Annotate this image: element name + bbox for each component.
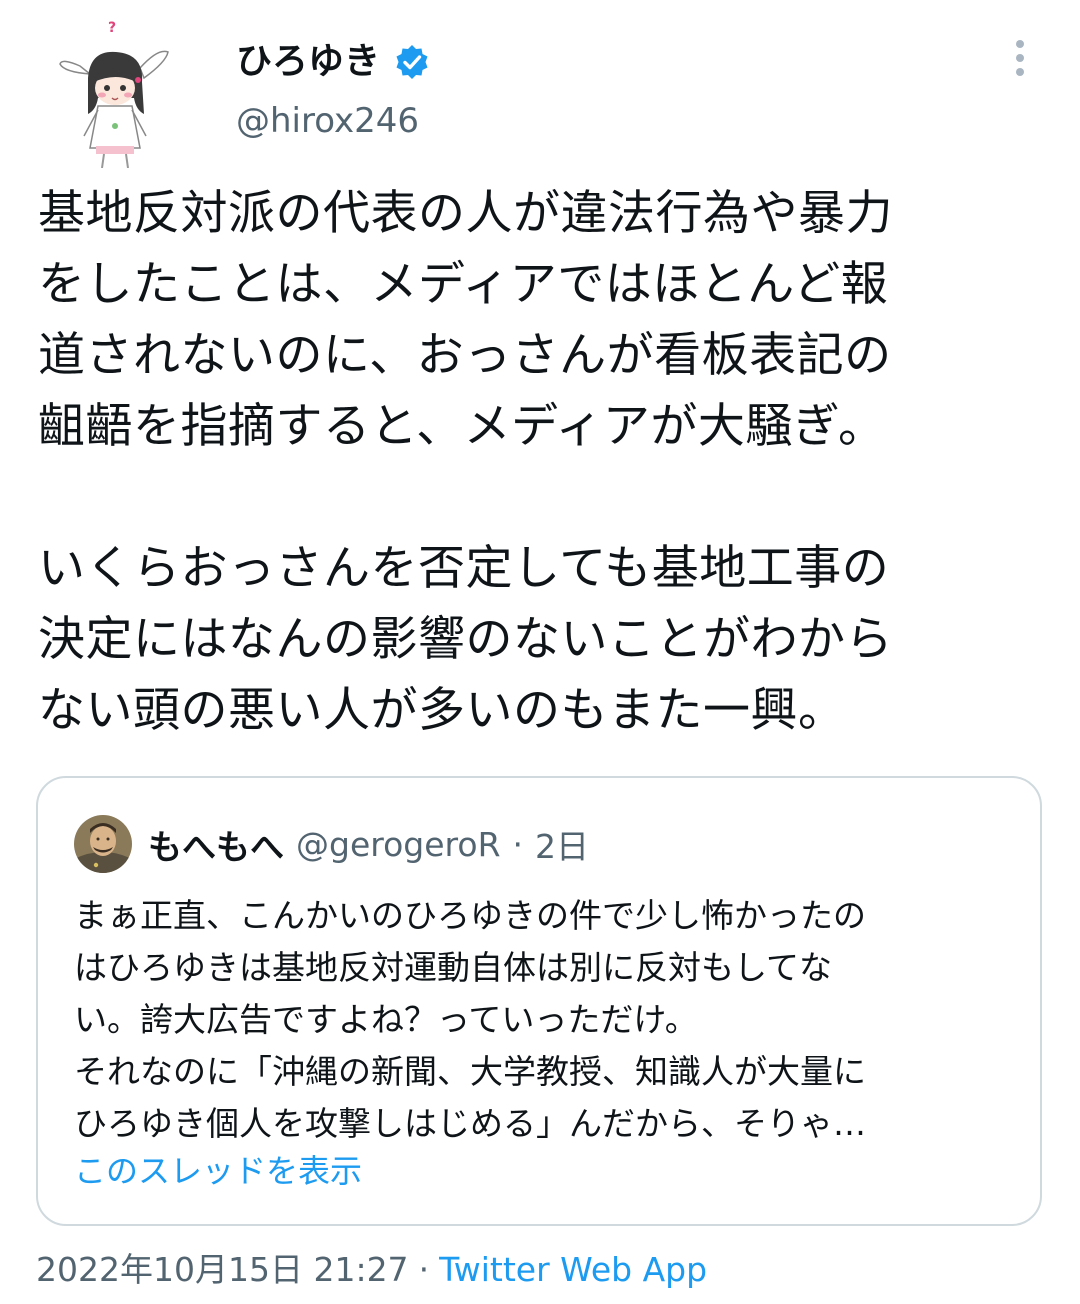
- verified-badge-icon: [396, 45, 428, 79]
- user-display-name[interactable]: ひろゆき: [236, 36, 380, 88]
- tweet-text-line: 道されないのに、おっさんが看板表記の: [38, 328, 892, 383]
- tweet-text-line: ない頭の悪い人が多いのもまた一興。: [38, 683, 846, 738]
- portrait-avatar-icon: [74, 815, 132, 873]
- quoted-text-line: ひろゆき個人を攻撃しはじめる」んだから、そりゃ…: [74, 1104, 866, 1143]
- quoted-text-line: それなのに「沖縄の新聞、大学教授、知識人が大量に: [74, 1052, 866, 1091]
- tweet-footer: 2022年10月15日 21:27 · Twitter Web App: [36, 1244, 707, 1296]
- tweet-text: 基地反対派の代表の人が違法行為や暴力 をしたことは、メディアではほとんど報 道さ…: [38, 178, 1048, 746]
- user-avatar[interactable]: ?: [58, 18, 170, 169]
- quoted-user-handle[interactable]: @gerogeroR: [296, 825, 501, 864]
- user-handle[interactable]: @hirox246: [236, 98, 419, 144]
- user-name-row: ひろゆき: [236, 36, 430, 88]
- more-options-button[interactable]: [1000, 36, 1040, 80]
- show-thread-link[interactable]: このスレッドを表示: [74, 1148, 362, 1194]
- more-dot-icon: [1016, 68, 1024, 76]
- tweet-text-line: 齟齬を指摘すると、メディアが大騒ぎ。: [38, 399, 886, 454]
- tweet-header: ? ひろゆき @hirox246: [0, 0, 1080, 170]
- more-dot-icon: [1016, 40, 1024, 48]
- more-dot-icon: [1016, 54, 1024, 62]
- tweet-source-link[interactable]: Twitter Web App: [439, 1250, 707, 1289]
- quoted-timestamp[interactable]: 2日: [535, 820, 589, 868]
- svg-text:?: ?: [108, 20, 116, 36]
- quoted-text-line: い。誇大広告ですよね？っていっただけ。: [74, 1000, 698, 1039]
- bunny-girl-avatar-icon: ?: [59, 20, 169, 169]
- quoted-tweet-text: まぁ正直、こんかいのひろゆきの件で少し怖かったの はひろゆきは基地反対運動自体は…: [74, 890, 1014, 1150]
- tweet-text-line: をしたことは、メディアではほとんど報: [38, 257, 889, 312]
- tweet-text-line: いくらおっさんを否定しても基地工事の: [38, 541, 890, 596]
- quoted-tweet-card[interactable]: もへもへ @gerogeroR · 2日 まぁ正直、こんかいのひろゆきの件で少し…: [36, 776, 1042, 1226]
- tweet-datetime[interactable]: 2022年10月15日 21:27: [36, 1250, 409, 1289]
- tweet-text-line: 決定にはなんの影響のないことがわから: [38, 612, 893, 667]
- quoted-text-line: まぁ正直、こんかいのひろゆきの件で少し怖かったの: [74, 896, 866, 935]
- quoted-user-avatar[interactable]: [74, 815, 132, 873]
- quoted-user-display-name[interactable]: もへもへ: [148, 820, 284, 869]
- quoted-tweet-header: もへもへ @gerogeroR · 2日: [74, 812, 589, 876]
- footer-separator: ·: [418, 1250, 430, 1289]
- tweet-text-line: 基地反対派の代表の人が違法行為や暴力: [38, 186, 893, 241]
- quoted-separator: ·: [512, 824, 524, 864]
- quoted-text-line: はひろゆきは基地反対運動自体は別に反対もしてな: [74, 948, 833, 987]
